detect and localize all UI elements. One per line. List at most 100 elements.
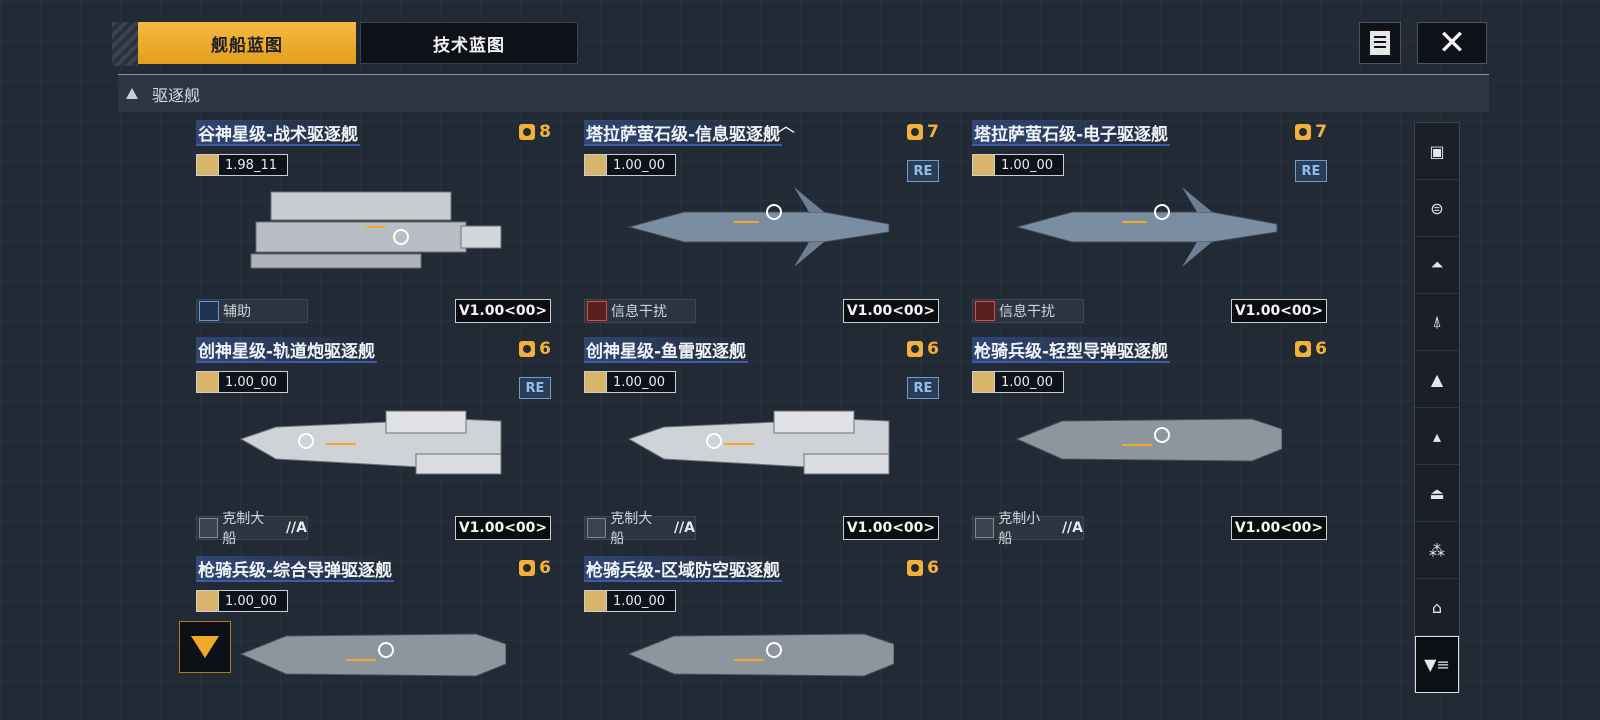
ship-name: 枪骑兵级-区域防空驱逐舰 — [584, 556, 783, 582]
class-icon — [973, 155, 995, 175]
class-icon — [585, 591, 607, 611]
ship-stat: 1.00_00 — [972, 371, 1064, 393]
formation-icon[interactable]: ⁂ — [1415, 522, 1459, 579]
carrier-icon[interactable]: ▣ — [1415, 123, 1459, 180]
corvette-icon[interactable]: ▴ — [1415, 408, 1459, 465]
close-button[interactable]: ✕ — [1417, 22, 1487, 64]
ship-cost: 8 — [519, 122, 551, 142]
ship-class-sidebar: ▣ ⊜ ⏶ ⍋ ▲ ▴ ⏏ ⁂ ⌂ ▼≡ — [1414, 122, 1460, 693]
ship-cost: 6 — [1295, 339, 1327, 359]
tab-tech-blueprint[interactable]: 技术蓝图 — [360, 22, 578, 64]
document-icon — [1370, 31, 1390, 55]
cost-icon — [519, 560, 536, 576]
ship-stat: 1.98_11 — [196, 154, 288, 176]
special-icon[interactable]: ⌂ — [1415, 579, 1459, 636]
ship-cost: 6 — [519, 558, 551, 578]
ship-card[interactable]: 谷神星级-战术驱逐舰 8 1.98_11 辅助 V1.00<00> — [196, 120, 551, 325]
ship-cost: 7 — [1295, 122, 1327, 142]
aircraft-icon[interactable]: ⏏ — [1415, 465, 1459, 522]
re-badge: RE — [907, 160, 939, 182]
ship-stat: 1.00_00 — [584, 590, 676, 612]
ship-name: 塔拉萨萤石级-信息驱逐舰 — [584, 120, 783, 146]
class-icon — [973, 372, 995, 392]
ship-card[interactable]: 枪骑兵级-轻型导弹驱逐舰 6 1.00_00 克制小船//A V1.00<00> — [972, 337, 1327, 547]
role-tag: 克制小船//A — [972, 511, 1084, 547]
ship-stat: 1.00_00 — [584, 154, 676, 176]
class-icon — [197, 155, 219, 175]
ship-card[interactable]: 枪骑兵级-区域防空驱逐舰 6 1.00_00 — [584, 556, 939, 706]
ship-image — [627, 187, 890, 267]
ship-stat: 1.00_00 — [584, 371, 676, 393]
ship-image — [239, 633, 506, 677]
destroyer-icon[interactable]: ▲ — [1415, 351, 1459, 408]
support-icon — [199, 301, 219, 321]
role-tag: 辅助 — [196, 299, 308, 323]
jamming-icon — [587, 301, 607, 321]
filter-icon[interactable]: ▼≡ — [1415, 636, 1459, 693]
ship-image — [250, 191, 502, 269]
ship-card[interactable]: 创神星级-轨道炮驱逐舰 6 1.00_00 RE 克制大船//A V1.00<0… — [196, 337, 551, 547]
version-badge: V1.00<00> — [1231, 299, 1327, 323]
cost-icon — [907, 124, 924, 140]
role-tag: 克制大船//A — [196, 511, 308, 547]
cost-icon — [519, 124, 536, 140]
ship-name: 塔拉萨萤石级-电子驱逐舰 — [972, 120, 1171, 146]
ship-cost: 6 — [907, 558, 939, 578]
ship-name: 创神星级-鱼雷驱逐舰 — [584, 337, 749, 363]
ship-stat: 1.00_00 — [972, 154, 1064, 176]
ship-stat: 1.00_00 — [196, 371, 288, 393]
re-badge: RE — [1295, 160, 1327, 182]
ship-card[interactable]: 创神星级-鱼雷驱逐舰 6 1.00_00 RE 克制大船//A V1.00<00… — [584, 337, 939, 547]
ship-image — [627, 633, 894, 677]
class-icon — [585, 372, 607, 392]
counter-icon — [587, 518, 607, 538]
ship-image — [1015, 418, 1282, 462]
ship-name: 创神星级-轨道炮驱逐舰 — [196, 337, 378, 363]
ship-card[interactable]: 塔拉萨萤石级-电子驱逐舰 7 1.00_00 RE 信息干扰 V1.00<00> — [972, 120, 1327, 325]
cost-icon — [907, 560, 924, 576]
class-icon — [585, 155, 607, 175]
ship-image — [627, 410, 890, 475]
ship-stat: 1.00_00 — [196, 590, 288, 612]
destroyer-icon — [126, 88, 138, 99]
document-button[interactable] — [1359, 22, 1401, 64]
ship-name: 谷神星级-战术驱逐舰 — [196, 120, 361, 146]
counter-icon — [975, 518, 995, 538]
cruiser-icon[interactable]: ⏶ — [1415, 237, 1459, 294]
ship-card[interactable]: 枪骑兵级-综合导弹驱逐舰 6 1.00_00 — [196, 556, 551, 706]
cost-icon — [1295, 124, 1312, 140]
tab-ship-blueprint[interactable]: 舰船蓝图 — [138, 22, 356, 64]
decorative-stripe — [112, 22, 138, 66]
ship-cost: 6 — [519, 339, 551, 359]
frigate-icon[interactable]: ⍋ — [1415, 294, 1459, 351]
category-header[interactable]: 驱逐舰 — [118, 74, 1489, 112]
version-badge: V1.00<00> — [1231, 516, 1327, 540]
counter-icon — [199, 518, 219, 538]
ship-name: 枪骑兵级-综合导弹驱逐舰 — [196, 556, 395, 582]
tab-label: 技术蓝图 — [433, 35, 505, 56]
ship-cost: 6 — [907, 339, 939, 359]
version-badge: V1.00<00> — [455, 516, 551, 540]
triangle-icon — [191, 636, 219, 658]
role-tag: 克制大船//A — [584, 511, 696, 547]
cost-icon — [1295, 341, 1312, 357]
battlecruiser-icon[interactable]: ⊜ — [1415, 180, 1459, 237]
ship-cost: 7 — [907, 122, 939, 142]
jamming-icon — [975, 301, 995, 321]
version-badge: V1.00<00> — [843, 516, 939, 540]
ship-card[interactable]: 塔拉萨萤石级-信息驱逐舰 7 1.00_00 RE 信息干扰 V1.00<00> — [584, 120, 939, 325]
cost-icon — [519, 341, 536, 357]
role-tag: 信息干扰 — [584, 299, 696, 323]
re-badge: RE — [519, 377, 551, 399]
version-badge: V1.00<00> — [843, 299, 939, 323]
quick-filter-button[interactable] — [179, 621, 231, 673]
top-bar: 舰船蓝图 技术蓝图 ✕ — [112, 22, 1490, 66]
category-label: 驱逐舰 — [152, 85, 201, 105]
role-tag: 信息干扰 — [972, 299, 1084, 323]
re-badge: RE — [907, 377, 939, 399]
class-icon — [197, 372, 219, 392]
version-badge: V1.00<00> — [455, 299, 551, 323]
ship-name: 枪骑兵级-轻型导弹驱逐舰 — [972, 337, 1171, 363]
tab-label: 舰船蓝图 — [211, 35, 283, 56]
close-icon: ✕ — [1437, 23, 1467, 63]
